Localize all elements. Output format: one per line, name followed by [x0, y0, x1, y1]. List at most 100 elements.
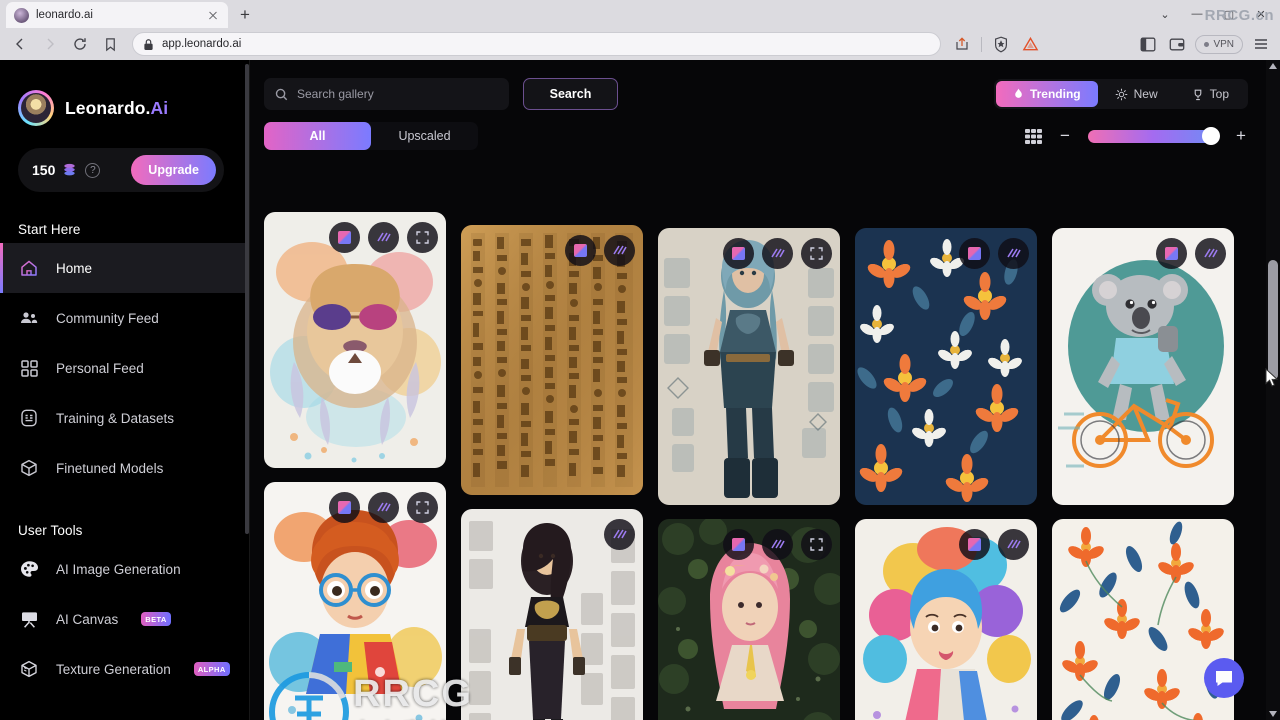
trophy-icon	[1194, 89, 1201, 100]
gallery-card[interactable]	[1052, 228, 1234, 505]
artwork-blue-haired-warrior	[658, 228, 840, 505]
search-input[interactable]: Search gallery	[264, 78, 509, 110]
upscale-action-button[interactable]	[723, 238, 754, 269]
page-scrollbar-thumb[interactable]	[1268, 260, 1278, 380]
close-tab-icon[interactable]	[206, 8, 220, 22]
gallery-card[interactable]	[658, 228, 840, 505]
hamburger-menu-icon[interactable]	[1248, 31, 1274, 57]
motion-action-button[interactable]	[604, 235, 635, 266]
gallery-toolbar: Search gallery Search Trending New Top A…	[250, 60, 1266, 150]
forward-icon[interactable]	[36, 31, 64, 57]
upscale-action-button[interactable]	[959, 529, 990, 560]
search-button[interactable]: Search	[523, 78, 618, 110]
motion-action-button[interactable]	[998, 238, 1029, 269]
sidebar-scrollbar[interactable]	[245, 64, 249, 534]
vpn-status-dot	[1204, 41, 1210, 47]
motion-action-button[interactable]	[368, 222, 399, 253]
gallery-card[interactable]	[1052, 519, 1234, 720]
motion-action-button[interactable]	[762, 529, 793, 560]
zoom-out-button[interactable]: −	[1058, 126, 1072, 146]
motion-action-button[interactable]	[1195, 238, 1226, 269]
back-icon[interactable]	[6, 31, 34, 57]
upscale-action-button[interactable]	[959, 238, 990, 269]
sidebar-item-texture-generation[interactable]: Texture Generation ALPHA	[0, 644, 249, 694]
upscale-action-button[interactable]	[329, 492, 360, 523]
address-bar[interactable]: app.leonardo.ai	[132, 32, 942, 56]
zoom-in-button[interactable]: +	[1234, 126, 1248, 146]
gallery-card[interactable]	[461, 225, 643, 495]
sidebar-item-label: Training & Datasets	[56, 410, 175, 426]
upscale-action-button[interactable]	[565, 235, 596, 266]
intercom-chat-button[interactable]	[1204, 658, 1244, 698]
share-icon[interactable]	[949, 31, 975, 57]
sidebar-item-personal-feed[interactable]: Personal Feed	[0, 343, 249, 393]
sidebar-panel-icon[interactable]	[1135, 31, 1161, 57]
grid-squares-icon	[18, 357, 40, 379]
gallery-card[interactable]	[264, 482, 446, 720]
expand-action-button[interactable]	[407, 492, 438, 523]
bookmark-icon[interactable]	[96, 31, 124, 57]
scroll-up-arrow-icon[interactable]	[1269, 63, 1277, 69]
expand-action-button[interactable]	[801, 238, 832, 269]
gallery-column	[1052, 228, 1234, 720]
home-icon	[18, 257, 40, 279]
sidebar-item-community-feed[interactable]: Community Feed	[0, 293, 249, 343]
brave-leo-icon[interactable]	[1017, 31, 1043, 57]
grid-view-icon[interactable]	[1025, 128, 1042, 144]
filter-tabs: All Upscaled	[264, 122, 478, 150]
scroll-down-arrow-icon[interactable]	[1269, 711, 1277, 717]
card-action-group	[565, 235, 635, 266]
sidebar-item-training-datasets[interactable]: Training & Datasets	[0, 393, 249, 443]
sidebar-item-ai-canvas[interactable]: AI Canvas BETA	[0, 594, 249, 644]
gallery-card[interactable]	[264, 212, 446, 468]
zoom-slider-thumb[interactable]	[1202, 127, 1220, 145]
expand-action-button[interactable]	[801, 529, 832, 560]
browser-tab[interactable]: leonardo.ai	[6, 2, 228, 28]
browser-window: leonardo.ai + ⌄ — ▢ ✕ app.leonardo.ai VP…	[0, 0, 1280, 720]
lock-icon	[144, 38, 153, 50]
brand-name: Leonardo.Ai	[65, 98, 168, 119]
gallery-card[interactable]	[855, 519, 1037, 720]
sort-tab-trending[interactable]: Trending	[995, 81, 1098, 107]
brand-logo-block[interactable]: Leonardo.Ai	[0, 60, 249, 126]
gallery-column	[264, 212, 446, 720]
vpn-toggle[interactable]: VPN	[1195, 34, 1243, 54]
sort-tab-label: Trending	[1029, 87, 1081, 101]
upgrade-button[interactable]: Upgrade	[131, 155, 216, 185]
wallet-icon[interactable]	[1164, 31, 1190, 57]
filter-tab-upscaled[interactable]: Upscaled	[371, 122, 478, 150]
card-action-group	[604, 519, 635, 550]
gallery-card[interactable]	[855, 228, 1037, 505]
chevron-down-icon[interactable]: ⌄	[1150, 1, 1180, 27]
sidebar-item-ai-image-generation[interactable]: AI Image Generation	[0, 544, 249, 594]
gallery-card[interactable]	[658, 519, 840, 720]
upscale-action-button[interactable]	[329, 222, 360, 253]
brand-name-suffix: Ai	[150, 97, 169, 118]
search-icon	[275, 88, 288, 100]
filter-tab-all[interactable]: All	[264, 122, 371, 150]
leonardo-logo-icon	[18, 90, 54, 126]
motion-action-button[interactable]	[762, 238, 793, 269]
upscale-action-button[interactable]	[723, 529, 754, 560]
card-action-group	[959, 529, 1029, 560]
brave-shield-icon[interactable]	[988, 31, 1014, 57]
sort-tab-top[interactable]: Top	[1175, 81, 1246, 107]
sidebar-item-finetuned-models[interactable]: Finetuned Models	[0, 443, 249, 493]
upscale-action-button[interactable]	[1156, 238, 1187, 269]
motion-action-button[interactable]	[368, 492, 399, 523]
help-circle-icon[interactable]: ?	[85, 162, 101, 178]
texture-cube-icon	[18, 658, 40, 680]
sidebar-item-home[interactable]: Home	[0, 243, 249, 293]
reload-icon[interactable]	[66, 31, 94, 57]
sort-tab-new[interactable]: New	[1098, 81, 1175, 107]
motion-action-button[interactable]	[604, 519, 635, 550]
zoom-slider[interactable]	[1088, 127, 1220, 145]
new-tab-button[interactable]: +	[232, 3, 258, 27]
expand-action-button[interactable]	[407, 222, 438, 253]
gallery-column	[461, 225, 643, 720]
card-action-group	[329, 492, 438, 523]
motion-action-button[interactable]	[998, 529, 1029, 560]
leonardo-favicon-icon	[14, 7, 29, 23]
page-scrollbar[interactable]	[1266, 60, 1280, 720]
gallery-card[interactable]	[461, 509, 643, 720]
